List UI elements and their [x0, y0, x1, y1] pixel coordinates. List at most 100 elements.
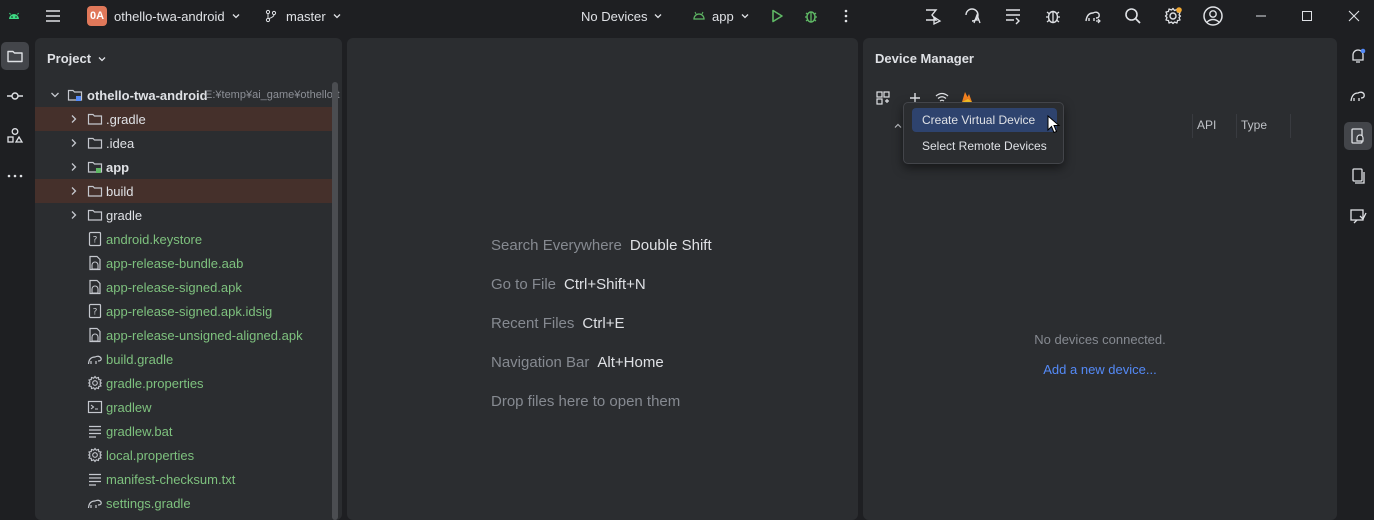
- tree-row[interactable]: ? android.keystore: [35, 227, 335, 251]
- bug-icon[interactable]: [1043, 0, 1063, 32]
- tree-row[interactable]: gradle: [35, 203, 335, 227]
- tree-row[interactable]: manifest-checksum.txt: [35, 467, 335, 491]
- chevron-up-icon[interactable]: [893, 121, 903, 131]
- tree-row[interactable]: local.properties: [35, 443, 335, 467]
- tree-row[interactable]: build.gradle: [35, 347, 335, 371]
- tree-row[interactable]: app-release-bundle.aab: [35, 251, 335, 275]
- svg-text:?: ?: [93, 308, 98, 318]
- svg-text:?: ?: [93, 236, 98, 246]
- group-view-icon[interactable]: [872, 87, 894, 109]
- tree-row[interactable]: gradle.properties: [35, 371, 335, 395]
- chevron-right-icon[interactable]: [69, 210, 79, 220]
- tree-row[interactable]: build: [35, 179, 335, 203]
- tree-item-label: build.gradle: [106, 351, 174, 367]
- create-virtual-device-item[interactable]: Create Virtual Device: [912, 108, 1057, 132]
- root-folder-path: E:¥temp¥ai_game¥othello-t: [205, 89, 340, 101]
- gradle-icon[interactable]: [1344, 82, 1372, 110]
- account-icon[interactable]: [1202, 0, 1224, 32]
- add-new-device-link[interactable]: Add a new device...: [863, 362, 1337, 377]
- folder-icon: [87, 207, 103, 223]
- settings-file-icon: [87, 447, 103, 463]
- tree-row[interactable]: ? app-release-signed.apk.idsig: [35, 299, 335, 323]
- editor-panel: Search Everywhere Double Shift Go to File C…: [347, 38, 858, 520]
- archive-file-icon: [87, 279, 103, 295]
- gradle-sync-icon[interactable]: [1083, 0, 1103, 32]
- settings-gear-icon[interactable]: [1163, 0, 1183, 32]
- tree-item-label: gradlew.bat: [106, 423, 173, 439]
- hint-label: Drop files here to open them: [491, 393, 681, 410]
- main-menu-icon[interactable]: [44, 0, 62, 32]
- app-quality-icon[interactable]: [1344, 202, 1372, 230]
- tree-row[interactable]: gradlew: [35, 395, 335, 419]
- tree-row[interactable]: app: [35, 155, 335, 179]
- column-type[interactable]: Type: [1241, 118, 1267, 132]
- tree-row[interactable]: .gradle: [35, 107, 335, 131]
- run-icon[interactable]: [769, 0, 785, 32]
- project-badge: 0A: [87, 6, 107, 26]
- search-icon[interactable]: [1123, 0, 1143, 32]
- mouse-cursor-icon: [1047, 114, 1061, 138]
- terminal-file-icon: [87, 399, 103, 415]
- notifications-icon[interactable]: [1344, 42, 1372, 70]
- translate-icon[interactable]: [963, 0, 983, 32]
- module-folder-icon: [67, 87, 83, 103]
- text-file-icon: [87, 471, 103, 487]
- select-remote-devices-item[interactable]: Select Remote Devices: [912, 134, 1057, 158]
- tree-item-label: .gradle: [106, 111, 146, 127]
- commit-icon[interactable]: [1, 82, 29, 110]
- tree-row[interactable]: .idea: [35, 131, 335, 155]
- chevron-right-icon[interactable]: [69, 114, 79, 124]
- minimize-window-icon[interactable]: [1255, 0, 1267, 32]
- module-folder-icon: [87, 159, 103, 175]
- debug-icon[interactable]: [803, 0, 819, 32]
- project-scrollbar[interactable]: [332, 82, 338, 520]
- close-window-icon[interactable]: [1348, 0, 1360, 32]
- project-selector[interactable]: 0A othello-twa-android: [87, 0, 241, 32]
- android-icon: [6, 0, 22, 32]
- no-devices-message: No devices connected.: [1034, 332, 1166, 347]
- unknown-file-icon: ?: [87, 231, 103, 247]
- tree-row[interactable]: gradlew.bat: [35, 419, 335, 443]
- maximize-window-icon[interactable]: [1301, 0, 1313, 32]
- folder-icon: [87, 135, 103, 151]
- column-separator: [1236, 114, 1237, 138]
- running-devices-icon[interactable]: [1344, 162, 1372, 190]
- tree-item-label: app-release-bundle.aab: [106, 255, 244, 271]
- folder-icon: [87, 183, 103, 199]
- device-manager-icon[interactable]: [1344, 122, 1372, 150]
- more-actions-icon[interactable]: [838, 0, 854, 32]
- column-api[interactable]: API: [1197, 118, 1216, 132]
- logcat-icon[interactable]: [923, 0, 943, 32]
- hint-shortcut: Alt+Home: [597, 354, 664, 371]
- vcs-branch-selector[interactable]: master: [264, 0, 342, 32]
- format-icon[interactable]: [1003, 0, 1023, 32]
- tree-root-row[interactable]: othello-twa-android E:¥temp¥ai_game¥othe…: [35, 83, 340, 107]
- project-folder-icon[interactable]: [1, 42, 29, 70]
- tree-row[interactable]: app-release-unsigned-aligned.apk: [35, 323, 335, 347]
- structure-icon[interactable]: [1, 122, 29, 150]
- hint-shortcut: Ctrl+E: [582, 315, 625, 332]
- tree-item-label: manifest-checksum.txt: [106, 471, 236, 487]
- editor-hint-row: Search Everywhere Double Shift: [491, 237, 712, 254]
- chevron-right-icon[interactable]: [69, 138, 79, 148]
- chevron-down-icon[interactable]: [50, 90, 60, 100]
- hint-shortcut: Ctrl+Shift+N: [564, 276, 646, 293]
- tree-item-label: app-release-signed.apk.idsig: [106, 303, 273, 319]
- tree-item-label: gradlew: [106, 399, 152, 415]
- device-selector[interactable]: No Devices: [581, 0, 663, 32]
- editor-hint-row: Go to File Ctrl+Shift+N: [491, 276, 646, 293]
- chevron-right-icon[interactable]: [69, 186, 79, 196]
- device-selector-label: No Devices: [581, 8, 648, 24]
- tree-row[interactable]: app-release-signed.apk: [35, 275, 335, 299]
- run-config-selector[interactable]: app: [692, 0, 750, 32]
- chevron-right-icon[interactable]: [69, 162, 79, 172]
- unknown-file-icon: ?: [87, 303, 103, 319]
- root-folder-name: othello-twa-android: [87, 87, 208, 103]
- hint-label: Navigation Bar: [491, 354, 590, 371]
- right-tool-strip: [1342, 38, 1374, 520]
- chevron-down-icon: [97, 54, 107, 64]
- editor-hint-row: Recent Files Ctrl+E: [491, 315, 624, 332]
- tree-row[interactable]: settings.gradle: [35, 491, 335, 515]
- project-panel-header[interactable]: Project: [47, 51, 107, 66]
- more-icon[interactable]: [1, 162, 29, 190]
